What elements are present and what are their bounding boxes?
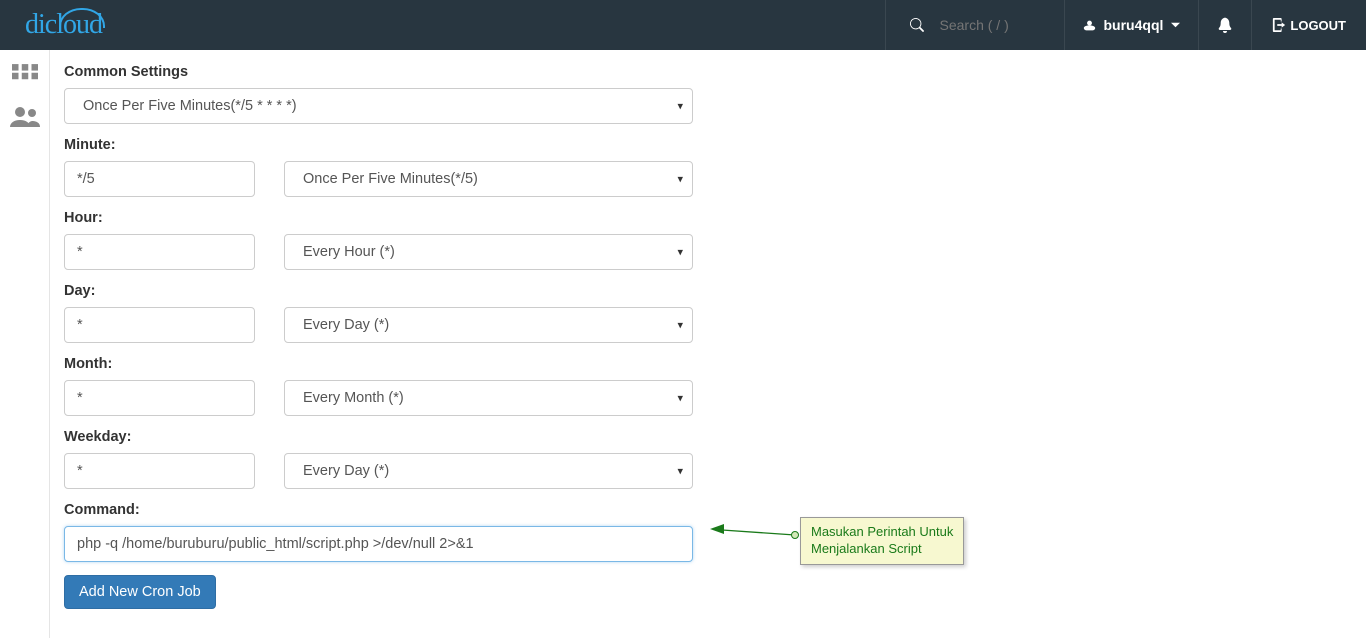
weekday-label: Weekday: [64,429,1366,445]
common-settings-label: Common Settings [64,64,1366,80]
minute-label: Minute: [64,137,1366,153]
grid-icon[interactable] [12,64,38,88]
hour-select[interactable]: Every Hour (*) [284,234,693,270]
users-icon[interactable] [10,104,40,130]
user-menu[interactable]: buru4qql [1064,0,1199,50]
logout-label: LOGOUT [1290,18,1346,33]
logout-icon [1272,18,1286,32]
search-box[interactable] [885,0,1064,50]
month-input[interactable] [64,380,255,416]
annotation-line1: Masukan Perintah Untuk [811,524,953,539]
notifications-button[interactable] [1198,0,1251,50]
day-input[interactable] [64,307,255,343]
logout-button[interactable]: LOGOUT [1251,0,1366,50]
search-icon [910,18,924,32]
logo: dicloud [25,9,102,41]
command-label: Command: [64,502,1366,518]
month-label: Month: [64,356,1366,372]
search-input[interactable] [940,17,1040,33]
month-select[interactable]: Every Month (*) [284,380,693,416]
username-label: buru4qql [1104,17,1164,33]
common-settings-select[interactable]: Once Per Five Minutes(*/5 * * * *) [64,88,693,124]
annotation-line2: Menjalankan Script [811,541,922,556]
add-cron-job-button[interactable]: Add New Cron Job [64,575,216,609]
content-area: Common Settings Once Per Five Minutes(*/… [50,50,1366,609]
annotation-tooltip: Masukan Perintah Untuk Menjalankan Scrip… [800,517,964,565]
weekday-input[interactable] [64,453,255,489]
topbar: dicloud buru4qql LOGOUT [0,0,1366,50]
sidebar [0,50,50,638]
bell-icon [1217,17,1233,33]
caret-down-icon [1171,21,1180,30]
hour-label: Hour: [64,210,1366,226]
command-input[interactable] [64,526,693,562]
minute-select[interactable]: Once Per Five Minutes(*/5) [284,161,693,197]
weekday-select[interactable]: Every Day (*) [284,453,693,489]
minute-input[interactable] [64,161,255,197]
day-select[interactable]: Every Day (*) [284,307,693,343]
user-icon [1083,19,1096,32]
hour-input[interactable] [64,234,255,270]
day-label: Day: [64,283,1366,299]
